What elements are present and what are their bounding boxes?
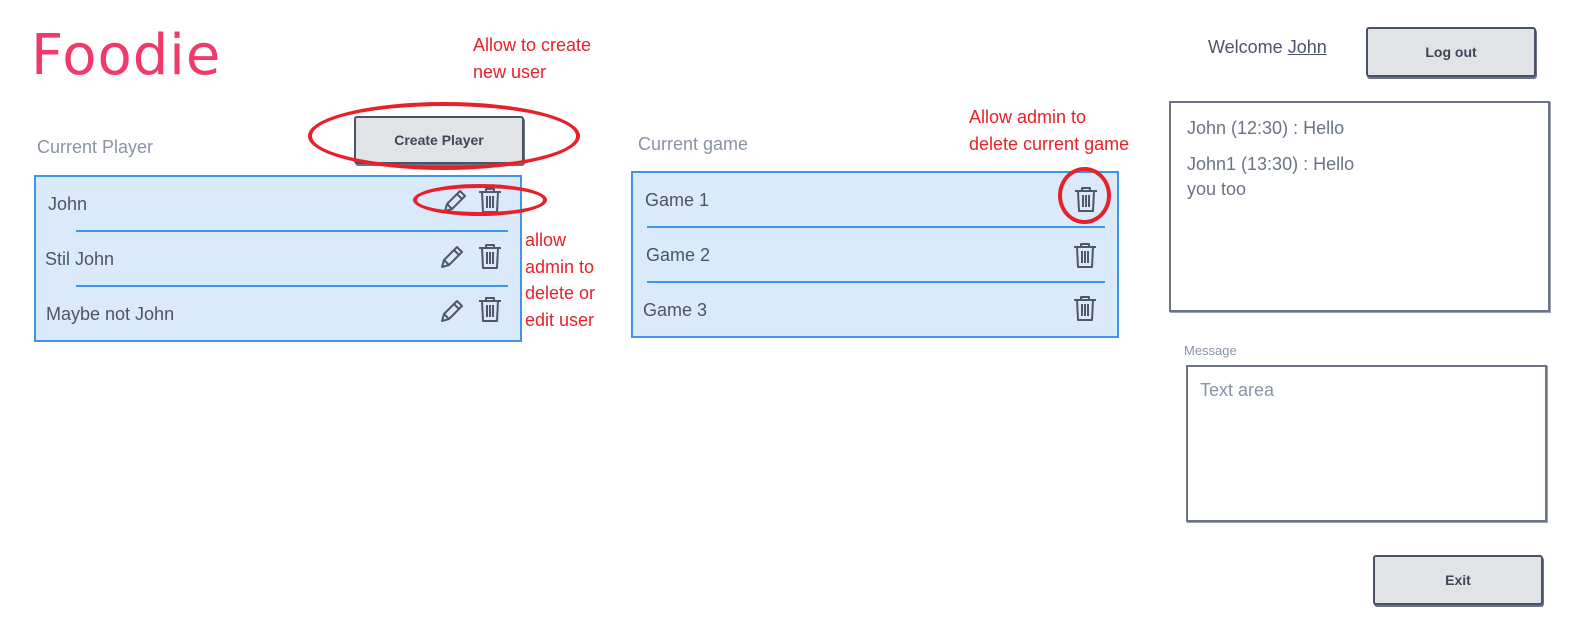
- player-name: John: [48, 193, 88, 214]
- trash-icon[interactable]: [476, 185, 504, 215]
- game-row[interactable]: Game 3: [633, 283, 1117, 337]
- game-name: Game 2: [646, 244, 711, 265]
- game-name: Game 1: [645, 189, 710, 210]
- games-list: Game 1 Game 2 Game 3: [631, 171, 1119, 338]
- chat-message: John (12:30) : Hello: [1187, 118, 1345, 138]
- message-placeholder: Text area: [1200, 380, 1275, 400]
- annotation-create-user: Allow to create new user: [473, 35, 592, 82]
- message-textarea[interactable]: Text area: [1186, 365, 1547, 522]
- game-name: Game 3: [643, 299, 708, 320]
- players-section-label: Current Player: [37, 137, 154, 157]
- trash-icon[interactable]: [1071, 293, 1099, 323]
- logout-button[interactable]: Log out: [1366, 27, 1536, 77]
- player-name: Stil John: [45, 248, 115, 269]
- annotation-delete-game: Allow admin to delete current game: [969, 107, 1130, 154]
- app-logo: Foodie: [31, 23, 222, 88]
- message-label: Message: [1184, 343, 1237, 358]
- player-name: Maybe not John: [46, 303, 175, 324]
- pencil-icon[interactable]: [437, 242, 465, 272]
- chat-history: John (12:30) : Hello John1 (13:30) : Hel…: [1169, 101, 1550, 312]
- pencil-icon[interactable]: [440, 186, 468, 216]
- game-row[interactable]: Game 2: [633, 228, 1117, 282]
- annotation-edit-delete-user: allow admin to delete or edit user: [525, 230, 596, 330]
- pencil-icon[interactable]: [437, 296, 465, 326]
- trash-icon[interactable]: [476, 294, 504, 324]
- trash-icon[interactable]: [1072, 184, 1100, 214]
- game-row[interactable]: Game 1: [633, 173, 1117, 227]
- games-section-label: Current game: [638, 134, 749, 154]
- welcome-text: Welcome: [1208, 37, 1283, 57]
- exit-button[interactable]: Exit: [1373, 555, 1543, 605]
- create-player-button[interactable]: Create Player: [354, 116, 524, 164]
- welcome-message: Welcome John: [1208, 37, 1327, 58]
- user-name-link[interactable]: John: [1288, 37, 1327, 57]
- chat-message: John1 (13:30) : Hello you too: [1187, 154, 1355, 199]
- trash-icon[interactable]: [476, 241, 504, 271]
- trash-icon[interactable]: [1071, 240, 1099, 270]
